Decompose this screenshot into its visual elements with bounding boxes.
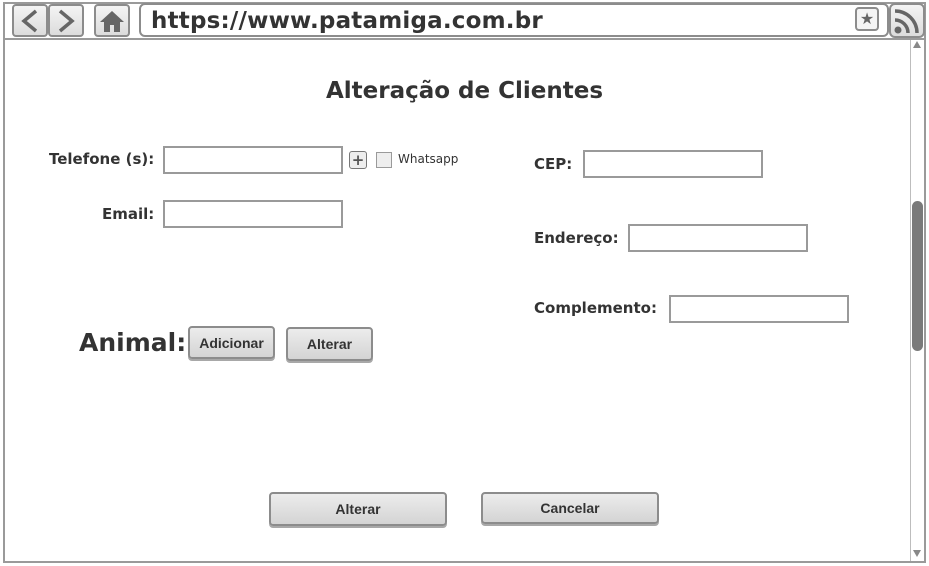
page-title: Alteração de Clientes <box>325 78 604 104</box>
edit-animal-button[interactable]: Alterar <box>286 327 373 361</box>
browser-toolbar: https://www.patamiga.com.br ★ <box>0 0 929 40</box>
email-label: Email: <box>102 205 155 223</box>
toolbar-divider <box>5 38 925 40</box>
chevron-right-icon <box>58 9 75 32</box>
scroll-down-arrow-icon[interactable] <box>913 550 921 557</box>
endereco-input[interactable] <box>628 224 808 252</box>
rss-button[interactable] <box>889 3 925 38</box>
telefone-input[interactable] <box>163 146 343 174</box>
cancel-button[interactable]: Cancelar <box>481 492 659 524</box>
endereco-label: Endereço: <box>534 229 619 247</box>
whatsapp-label: Whatsapp <box>398 152 459 166</box>
telefone-label: Telefone (s): <box>49 150 155 168</box>
home-button[interactable] <box>94 4 130 37</box>
whatsapp-checkbox[interactable] <box>376 152 392 168</box>
submit-alterar-button[interactable]: Alterar <box>269 492 447 526</box>
email-input[interactable] <box>163 200 343 228</box>
back-button[interactable] <box>12 4 48 37</box>
address-bar[interactable]: https://www.patamiga.com.br <box>139 3 889 37</box>
animal-label: Animal: <box>79 328 187 357</box>
scroll-thumb[interactable] <box>912 201 923 351</box>
complemento-label: Complemento: <box>534 299 657 317</box>
rss-icon <box>894 8 919 33</box>
vertical-scrollbar[interactable] <box>910 40 924 561</box>
add-animal-button[interactable]: Adicionar <box>188 326 275 359</box>
cep-input[interactable] <box>583 150 763 178</box>
home-icon <box>100 10 124 32</box>
complemento-input[interactable] <box>669 295 849 323</box>
chevron-left-icon <box>21 9 38 32</box>
add-phone-icon[interactable]: + <box>349 151 367 169</box>
url-text: https://www.patamiga.com.br <box>151 8 543 34</box>
forward-button[interactable] <box>48 4 84 37</box>
bookmark-star-icon[interactable]: ★ <box>855 7 879 31</box>
scroll-up-arrow-icon[interactable] <box>913 41 921 48</box>
cep-label: CEP: <box>534 155 573 173</box>
